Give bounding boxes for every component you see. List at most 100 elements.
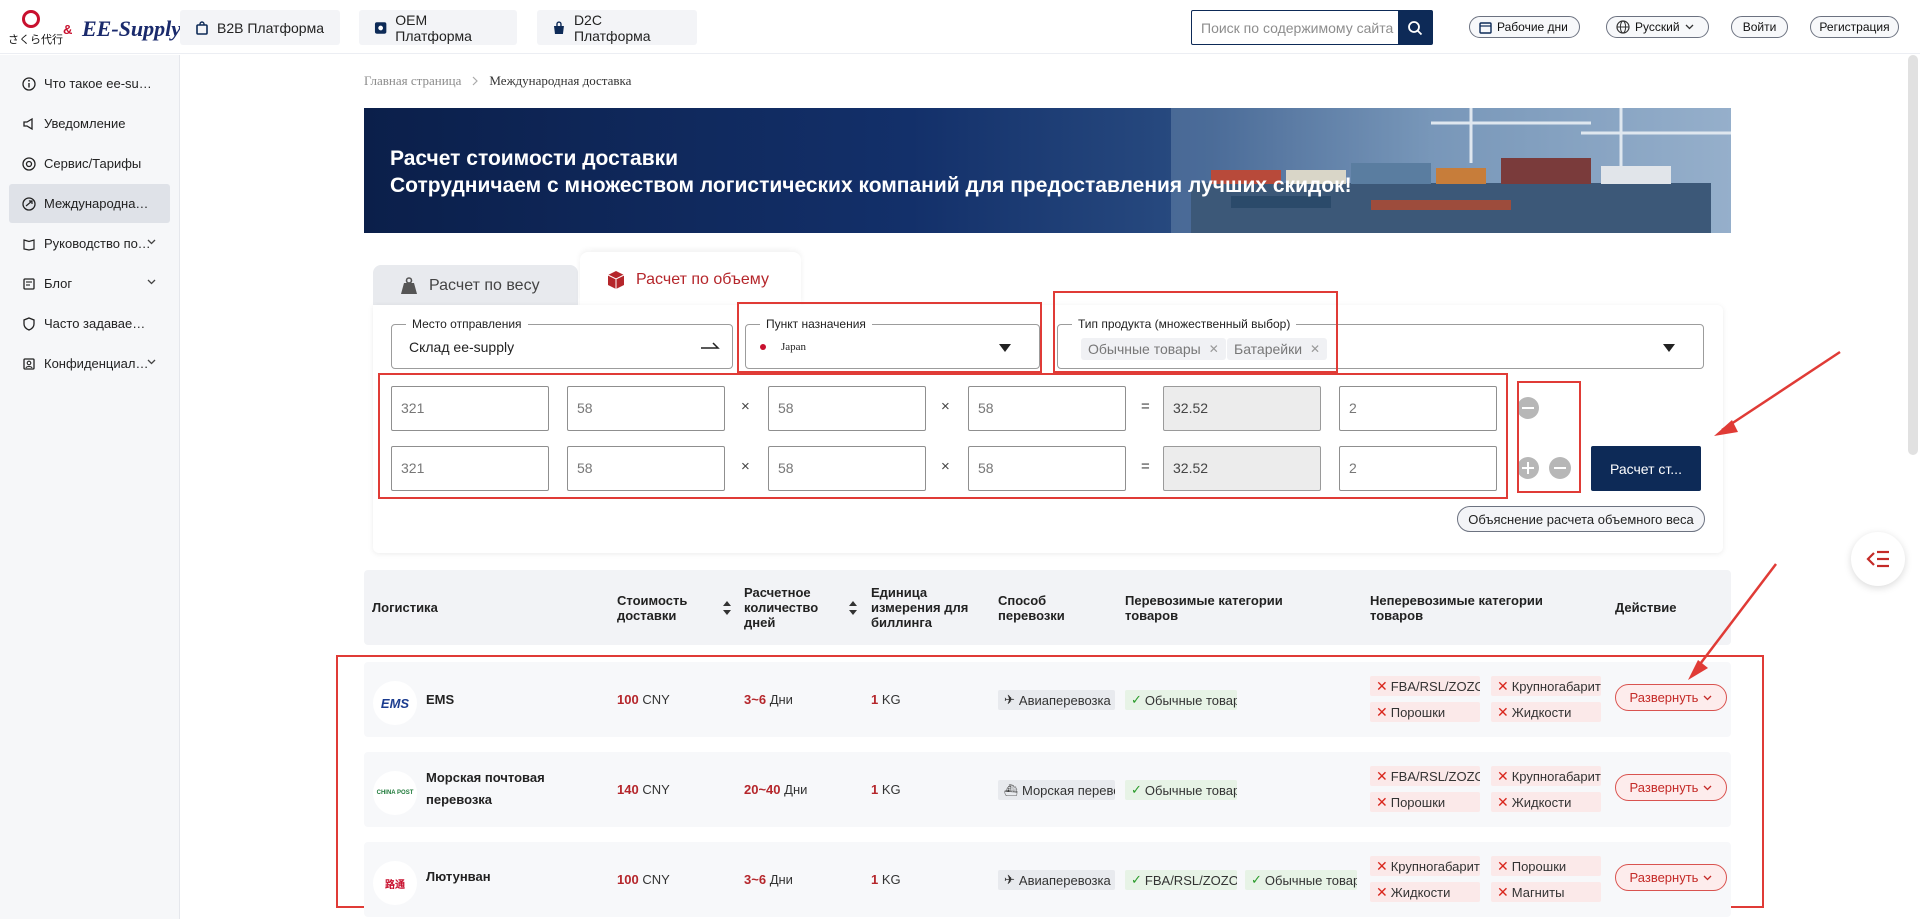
annotation-arrow-calc: [1721, 350, 1841, 432]
logo-ee-supply: EE-Supply: [82, 16, 182, 41]
expand-button[interactable]: Развернуть: [1615, 684, 1727, 711]
unit-label: KG: [881, 782, 901, 797]
quantity-input[interactable]: 2: [1339, 386, 1497, 431]
login-label: Войти: [1742, 20, 1777, 34]
allowed-label: Обычные товары: [1144, 692, 1237, 708]
workdays-button[interactable]: Рабочие дни: [1469, 16, 1580, 38]
width-input[interactable]: 58: [768, 446, 926, 491]
expand-label: Развернуть: [1629, 870, 1699, 885]
sort-icon[interactable]: [848, 600, 858, 616]
remove-row-button[interactable]: [1549, 457, 1571, 479]
platform-tab-oem[interactable]: OEM Платформа: [359, 10, 517, 45]
collapse-panel-button[interactable]: [1851, 532, 1905, 586]
sidebar-item-privacy[interactable]: Конфиденциальность: [9, 344, 170, 383]
search-button[interactable]: [1398, 11, 1432, 44]
breadcrumb-home[interactable]: Главная страница: [364, 73, 461, 89]
forbidden-chip: ✕Крупногабаритные: [1491, 766, 1601, 786]
forbidden-label: FBA/RSL/ZOZO: [1390, 768, 1480, 784]
unit-label: KG: [881, 692, 901, 707]
height-input[interactable]: 58: [968, 446, 1126, 491]
origin-value: Склад ee-supply: [409, 339, 515, 355]
chevron-down-icon: [147, 359, 156, 365]
sidebar-item-faq[interactable]: Часто задаваемые вопросы: [9, 304, 170, 343]
cross-icon: ✕: [1376, 883, 1388, 900]
weight-input[interactable]: 321: [391, 446, 549, 491]
sidebar-item-blog[interactable]: Блог: [9, 264, 170, 303]
method-chip: ✈ Авиаперевозка: [998, 690, 1115, 710]
days-value: 3~6: [744, 872, 767, 887]
login-button[interactable]: Войти: [1731, 16, 1788, 38]
sort-icon[interactable]: [722, 600, 732, 616]
sidebar-item-label: Сервис/Тарифы: [44, 156, 142, 171]
sidebar-item-notice[interactable]: Уведомление: [9, 104, 170, 143]
forbidden-chip: ✕Крупногабаритные: [1370, 856, 1480, 876]
site-search: [1191, 10, 1433, 45]
close-icon[interactable]: ✕: [1310, 342, 1320, 356]
origin-select[interactable]: Место отправления Склад ee-supply: [391, 317, 733, 369]
weight-input[interactable]: 321: [391, 386, 549, 431]
cross-icon: ✕: [1497, 857, 1509, 874]
cost-value: 100: [617, 692, 639, 707]
product-tag: Обычные товары ✕: [1081, 338, 1226, 360]
forbidden-chip: ✕ Порошки: [1370, 702, 1480, 722]
th-days[interactable]: Расчетное количество дней: [744, 585, 839, 630]
multiply-sign: ×: [941, 458, 950, 475]
logo-jp-text: さくら代行: [8, 33, 63, 46]
check-icon: ✓: [1131, 692, 1142, 707]
equals-sign: =: [1141, 458, 1150, 475]
table-row: CHINA POST Морская почтовая перевозка 14…: [364, 752, 1731, 827]
register-button[interactable]: Регистрация: [1810, 16, 1899, 38]
sidebar-item-label: Международная доставка: [44, 196, 154, 211]
length-input[interactable]: 58: [567, 446, 725, 491]
tab-weight-calc[interactable]: Расчет по весу: [373, 265, 578, 307]
tab-volume-calc[interactable]: Расчет по объему: [580, 252, 801, 307]
page-scrollbar[interactable]: [1908, 55, 1918, 455]
remove-row-button[interactable]: [1517, 397, 1539, 419]
sidebar-item-guide[interactable]: Руководство пользователя: [9, 224, 170, 263]
forbidden-label: FBA/RSL/ZOZO: [1390, 678, 1480, 694]
currency: CNY: [642, 872, 670, 887]
calculate-button[interactable]: Расчет ст...: [1591, 446, 1701, 491]
destination-label: Пункт назначения: [760, 317, 872, 331]
th-cost[interactable]: Стоимость доставки: [617, 593, 709, 623]
sidebar-item-label: Часто задаваемые вопросы: [44, 316, 154, 331]
platform-tab-b2b[interactable]: B2B Платформа: [180, 10, 340, 45]
days-cell: 20~40 Дни: [744, 782, 807, 797]
width-input[interactable]: 58: [768, 386, 926, 431]
length-input[interactable]: 58: [567, 386, 725, 431]
guide-icon: [23, 238, 35, 251]
language-select[interactable]: Русский: [1606, 16, 1709, 38]
destination-select[interactable]: Пункт назначения Japan: [745, 317, 1040, 369]
platform-tab-d2c[interactable]: D2C Платформа: [537, 10, 697, 45]
sidebar-item-about[interactable]: Что такое ee-supply: [9, 64, 170, 103]
th-forbidden: Неперевозимые категории товаров: [1370, 593, 1543, 623]
expand-button[interactable]: Развернуть: [1615, 864, 1727, 891]
days-cell: 3~6 Дни: [744, 692, 793, 707]
search-input[interactable]: [1192, 11, 1399, 44]
sidebar-item-service[interactable]: Сервис/Тарифы: [9, 144, 170, 183]
sidebar-item-label: Что такое ee-supply: [44, 76, 154, 91]
volume-weight-explanation-button[interactable]: Объяснение расчета объемного веса: [1457, 506, 1705, 532]
blog-icon: [23, 277, 35, 290]
check-icon: ✓: [1131, 872, 1142, 887]
sidebar-item-international-shipping[interactable]: Международная доставка: [9, 184, 170, 223]
close-icon[interactable]: ✕: [1209, 342, 1219, 356]
site-logo[interactable]: さくら代行 & EE-Supply: [8, 10, 181, 46]
forbidden-chip: ✕ Жидкости: [1491, 702, 1601, 722]
unit-value: 1: [871, 782, 879, 797]
allowed-chip: ✓ FBA/RSL/ZOZO: [1125, 870, 1237, 890]
logistics-name: Морская почтовая перевозка: [426, 770, 545, 807]
bag-icon: [196, 20, 208, 35]
multiply-sign: ×: [741, 458, 750, 475]
quantity-input[interactable]: 2: [1339, 446, 1497, 491]
forbidden-chip: ✕ Жидкости: [1370, 882, 1480, 902]
days-unit: Дни: [784, 782, 808, 797]
multiply-sign: ×: [941, 398, 950, 415]
chevron-down-icon: [1685, 24, 1693, 30]
check-icon: ✓: [1251, 872, 1262, 887]
allowed-chip: ✓Обычные товары: [1245, 870, 1357, 890]
cross-icon: ✕: [1376, 767, 1388, 784]
expand-button[interactable]: Развернуть: [1615, 774, 1727, 801]
add-row-button[interactable]: [1517, 457, 1539, 479]
height-input[interactable]: 58: [968, 386, 1126, 431]
